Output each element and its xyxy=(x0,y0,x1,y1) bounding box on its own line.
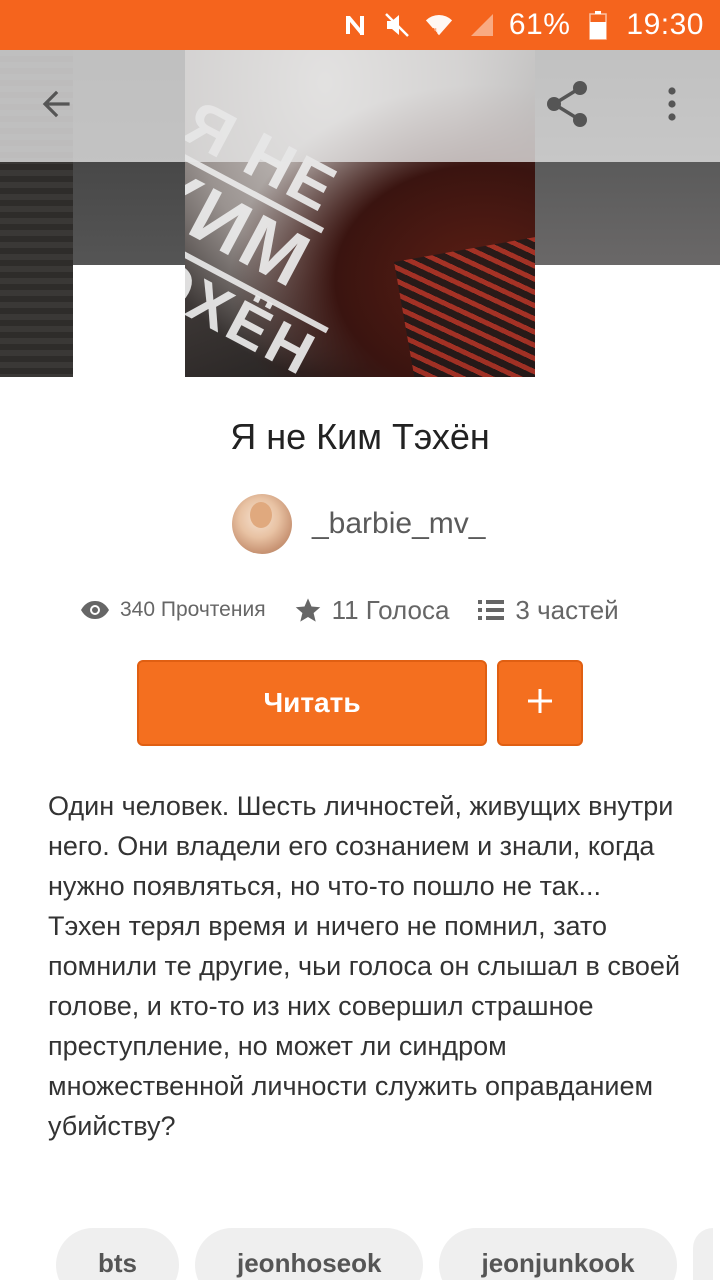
tag-chip[interactable]: bts xyxy=(56,1228,179,1280)
story-description: Один человек. Шесть личностей, живущих в… xyxy=(48,786,688,1146)
nfc-icon xyxy=(341,11,369,39)
status-bar: ⇅ 61% 19:30 xyxy=(0,0,720,50)
back-arrow-icon xyxy=(38,86,74,126)
more-vert-icon xyxy=(666,86,678,126)
clock: 19:30 xyxy=(626,8,704,41)
tag-chip[interactable]: jeonjunkook xyxy=(439,1228,677,1280)
wifi-icon: ⇅ xyxy=(425,11,453,39)
mute-icon xyxy=(383,11,411,39)
story-stats: 340 Прочтения 11 Голоса 3 частей xyxy=(80,588,660,632)
plus-icon xyxy=(525,686,555,720)
svg-text:⇅: ⇅ xyxy=(431,26,438,35)
votes-stat: 11 Голоса xyxy=(294,594,450,626)
reads-count: 340 Прочтения xyxy=(120,598,266,621)
tags-row: bts jeonhoseok jeonjunkook xyxy=(56,1228,713,1280)
avatar[interactable] xyxy=(232,494,292,554)
votes-count: 11 Голоса xyxy=(331,594,450,625)
back-button[interactable] xyxy=(22,72,90,140)
author-link[interactable]: _barbie_mv_ xyxy=(232,494,485,554)
story-title: Я не Ким Тэхён xyxy=(230,416,490,457)
add-to-library-button[interactable] xyxy=(497,660,583,746)
eye-icon xyxy=(80,600,110,620)
battery-percent: 61% xyxy=(508,8,571,41)
signal-icon xyxy=(467,11,495,39)
read-button[interactable]: Читать xyxy=(137,660,487,746)
star-icon xyxy=(294,596,322,624)
tag-chip-partial[interactable] xyxy=(692,1228,713,1280)
tag-chip[interactable]: jeonhoseok xyxy=(195,1228,424,1280)
description-paragraph: Тэхен терял время и ничего не помнил, за… xyxy=(48,911,681,1141)
parts-stat[interactable]: 3 частей xyxy=(477,595,619,626)
battery-icon xyxy=(584,11,612,40)
more-options-button[interactable] xyxy=(638,72,706,140)
author-name[interactable]: _barbie_mv_ xyxy=(312,507,485,541)
top-toolbar xyxy=(0,50,720,162)
parts-count[interactable]: 3 частей xyxy=(515,595,618,626)
list-icon xyxy=(477,598,505,622)
reads-stat: 340 Прочтения xyxy=(80,598,266,622)
share-button[interactable] xyxy=(534,72,602,140)
share-icon xyxy=(542,78,594,134)
description-paragraph: Один человек. Шесть личностей, живущих в… xyxy=(48,791,674,901)
